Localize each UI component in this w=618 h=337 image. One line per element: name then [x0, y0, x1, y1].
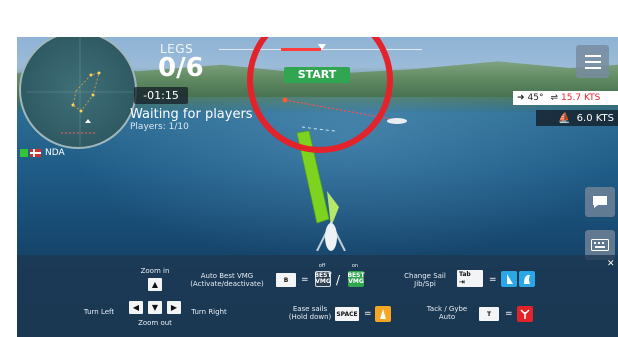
vmg-off-label: off [318, 263, 326, 269]
hamburger-menu-icon[interactable] [576, 45, 609, 78]
arrow-right-key-icon: ▶ [167, 301, 181, 314]
zoom-out-label: Zoom out [138, 319, 172, 327]
equals-sign-3: = [489, 275, 497, 285]
keyboard-icon [591, 239, 609, 251]
auto-vmg-label: Auto Best VMG (Activate/deactivate) [190, 272, 264, 288]
boat-speed: 6.0 KTS [576, 112, 614, 124]
ease-sails-icon [375, 306, 391, 322]
controls-help-panel: ✕ Zoom in ▲ Turn Left ◀ ▼ ▶ Turn Right Z… [17, 255, 618, 337]
zoom-in-label: Zoom in [140, 267, 170, 275]
ease-sails-label: Ease sails (Hold down) [288, 305, 332, 321]
turn-right-label: Turn Right [191, 308, 227, 316]
player-tag: NDA [20, 148, 65, 158]
wind-angle: 45° [527, 93, 544, 103]
equals-sign: = [301, 275, 309, 285]
players-count: Players: 1/10 [130, 122, 189, 132]
slash-separator: / [336, 273, 341, 287]
boat-speed-panel: ⛵ 6.0 KTS [536, 110, 618, 126]
space-key-icon: SPACE [335, 307, 359, 321]
arrow-down-key-icon: ▼ [148, 301, 162, 314]
equals-sign-2: = [364, 309, 372, 319]
wind-speed-icon: ⇌ [550, 93, 559, 103]
tack-gybe-label: Tack / Gybe Auto [426, 305, 468, 321]
player-name: NDA [45, 148, 65, 158]
close-icon[interactable]: ✕ [607, 259, 615, 269]
chat-button[interactable] [585, 187, 615, 217]
legs-counter: 0/6 [158, 53, 204, 83]
turn-left-label: Turn Left [83, 308, 115, 316]
spinnaker-sail-icon [519, 271, 535, 287]
committee-boat [387, 118, 407, 124]
chat-icon [593, 196, 607, 208]
tack-gybe-icon [517, 306, 533, 322]
player-color-icon [20, 149, 28, 157]
vmg-on-icon: BEST VMG [347, 271, 365, 287]
tab-key-icon: Tab ⇥ [457, 270, 483, 287]
boat-speed-icon: ⛵ [558, 112, 571, 124]
race-timer: -01:15 [134, 87, 188, 104]
denmark-flag-icon [30, 149, 41, 157]
b-key-icon: B [276, 273, 296, 287]
arrow-up-key-icon: ▲ [148, 278, 162, 291]
wind-info-panel: ➜ 45° ⇌ 15.7 KTS [513, 91, 618, 105]
change-sail-label: Change Sail Jib/Spi [404, 272, 446, 288]
equals-sign-4: = [505, 309, 513, 319]
t-key-icon: T [479, 307, 499, 321]
vmg-off-icon: BEST VMG [314, 271, 332, 287]
arrow-left-key-icon: ◀ [129, 301, 143, 314]
wind-arrow-icon: ➜ [517, 93, 525, 103]
game-viewport[interactable]: LEGS 0/6 -01:15 Waiting for players Play… [17, 37, 618, 337]
wind-speed: 15.7 KTS [561, 93, 601, 103]
vmg-on-label: on [351, 263, 359, 269]
jib-sail-icon [501, 271, 517, 287]
waiting-status: Waiting for players [130, 107, 253, 122]
